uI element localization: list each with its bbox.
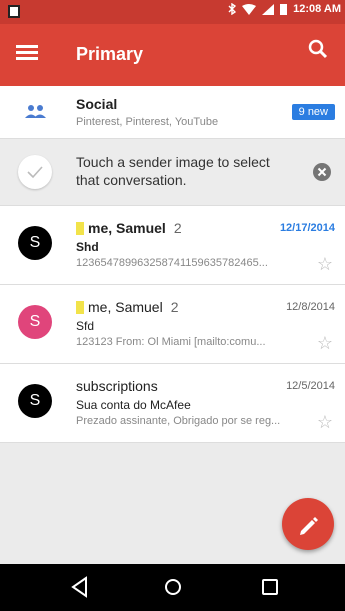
importance-marker xyxy=(76,300,84,314)
menu-icon[interactable] xyxy=(16,42,38,64)
email-snippet: 123654789963258741159635782465... xyxy=(76,257,268,269)
sender: me, Samuel 2 xyxy=(76,299,179,315)
people-icon xyxy=(25,105,46,118)
pencil-icon xyxy=(300,517,318,535)
importance-marker xyxy=(76,221,84,235)
notification-icon xyxy=(8,5,20,18)
sender-name: me, Samuel xyxy=(88,299,163,315)
battery-icon xyxy=(280,4,288,15)
thread-count: 2 xyxy=(170,299,179,315)
back-icon[interactable] xyxy=(70,576,90,598)
sender: subscriptions xyxy=(76,378,158,394)
system-nav-bar xyxy=(0,564,345,611)
star-icon[interactable]: ☆ xyxy=(317,333,333,354)
compose-button[interactable] xyxy=(282,498,334,550)
star-icon[interactable]: ☆ xyxy=(317,412,333,433)
social-title: Social xyxy=(76,96,118,112)
page-title: Primary xyxy=(76,44,144,64)
check-circle-icon xyxy=(18,155,52,189)
tip-text: Touch a sender image to select that conv… xyxy=(76,154,270,188)
bluetooth-icon xyxy=(228,3,237,15)
email-row[interactable]: S subscriptions 12/5/2014 Sua conta do M… xyxy=(0,364,345,443)
recents-icon[interactable] xyxy=(260,576,280,598)
avatar[interactable]: S xyxy=(18,305,52,339)
status-icons: 12:08 AM xyxy=(228,3,341,15)
signal-icon xyxy=(262,3,275,15)
email-snippet: 123123 From: Ol Miami [mailto:comu... xyxy=(76,336,266,348)
social-category-row[interactable]: Social Pinterest, Pinterest, YouTube 9 n… xyxy=(0,86,345,139)
social-subtitle: Pinterest, Pinterest, YouTube xyxy=(76,116,219,128)
email-snippet: Prezado assinante, Obrigado por se reg..… xyxy=(76,415,281,427)
sender-name: me, Samuel xyxy=(88,220,166,236)
wifi-icon xyxy=(242,3,257,15)
sender: me, Samuel 2 xyxy=(76,220,182,236)
new-count-badge: 9 new xyxy=(291,104,335,120)
email-subject: Sua conta do McAfee xyxy=(76,398,191,412)
email-list: S me, Samuel 2 12/17/2014 Shd 1236547899… xyxy=(0,206,345,443)
avatar[interactable]: S xyxy=(18,384,52,418)
home-icon[interactable] xyxy=(163,576,183,598)
email-date: 12/5/2014 xyxy=(286,380,335,392)
avatar[interactable]: S xyxy=(18,226,52,260)
status-bar: 12:08 AM xyxy=(0,0,345,24)
email-subject: Shd xyxy=(76,240,99,254)
email-date: 12/8/2014 xyxy=(286,301,335,313)
email-date: 12/17/2014 xyxy=(279,222,335,234)
sender-name: subscriptions xyxy=(76,378,158,394)
thread-count: 2 xyxy=(173,220,182,236)
email-subject: Sfd xyxy=(76,319,95,333)
app-bar: Primary xyxy=(0,24,345,86)
email-row[interactable]: S me, Samuel 2 12/17/2014 Shd 1236547899… xyxy=(0,206,345,285)
close-icon[interactable] xyxy=(313,163,331,181)
email-row[interactable]: S me, Samuel 2 12/8/2014 Sfd 123123 From… xyxy=(0,285,345,364)
selection-tip: Touch a sender image to select that conv… xyxy=(0,139,345,206)
clock: 12:08 AM xyxy=(293,3,341,15)
search-icon[interactable] xyxy=(307,38,329,60)
star-icon[interactable]: ☆ xyxy=(317,254,333,275)
